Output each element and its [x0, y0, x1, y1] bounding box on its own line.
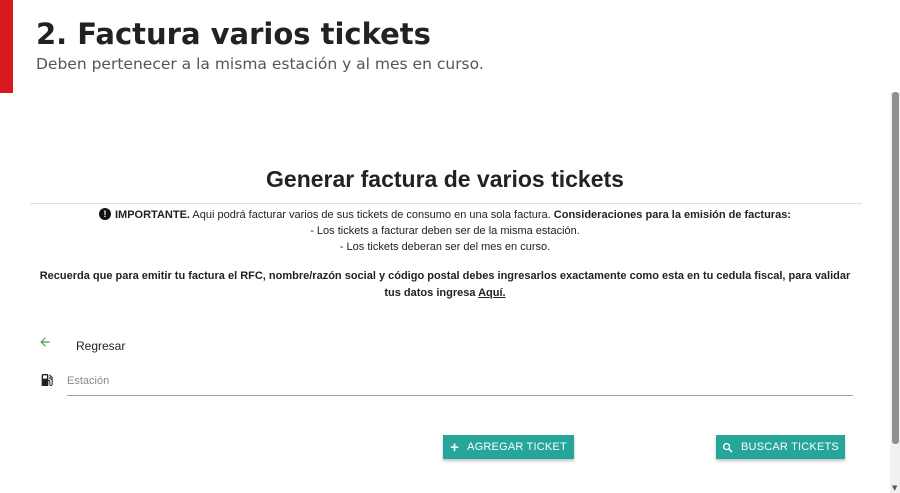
arrow-left-icon — [40, 337, 50, 347]
add-ticket-label: AGREGAR TICKET — [467, 441, 567, 453]
accent-bar — [0, 0, 13, 93]
important-text: Aqui podrá facturar varios de sus ticket… — [189, 209, 554, 221]
validate-data-link[interactable]: Aquí. — [478, 287, 506, 299]
search-icon — [722, 442, 733, 452]
card-title: Generar factura de varios tickets — [266, 166, 624, 192]
page-title: 2. Factura varios tickets — [36, 17, 431, 51]
important-label: IMPORTANTE. — [115, 209, 190, 221]
gas-station-icon — [41, 374, 53, 386]
notice-line-2: - Los tickets deberan ser del mes en cur… — [339, 241, 551, 253]
rfc-reminder: Recuerda que para emitir tu factura el R… — [34, 268, 856, 302]
scrollbar-thumb[interactable] — [892, 92, 899, 444]
notice-line-1: - Los tickets a facturar deben ser de la… — [310, 225, 580, 237]
considerations-label: Consideraciones para la emisión de factu… — [553, 209, 791, 221]
search-tickets-button[interactable]: BUSCAR TICKETS — [716, 435, 845, 459]
station-field[interactable] — [67, 372, 853, 396]
plus-icon: + — [450, 438, 460, 456]
page-header: 2. Factura varios tickets Deben pertenec… — [36, 17, 484, 74]
back-label[interactable]: Regresar — [76, 339, 125, 353]
scroll-down-icon[interactable]: ▼ — [892, 484, 897, 492]
back-button[interactable] — [38, 335, 52, 349]
reminder-text: Recuerda que para emitir tu factura el R… — [39, 270, 851, 299]
search-tickets-label: BUSCAR TICKETS — [741, 441, 839, 453]
divider — [30, 203, 862, 204]
important-notice: ! IMPORTANTE. Aqui podrá facturar varios … — [0, 207, 890, 255]
add-ticket-button[interactable]: + AGREGAR TICKET — [443, 435, 574, 459]
exclamation-circle-icon: ! — [99, 208, 111, 220]
notice-first-line: ! IMPORTANTE. Aqui podrá facturar varios … — [0, 207, 890, 223]
page-subtitle: Deben pertenecer a la misma estación y a… — [36, 55, 484, 73]
